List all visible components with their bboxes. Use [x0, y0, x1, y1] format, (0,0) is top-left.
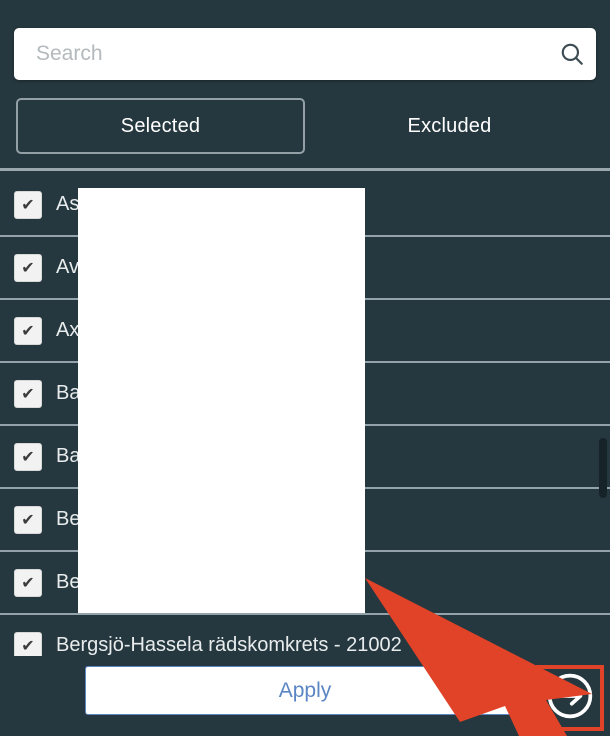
checkbox-icon[interactable]: ✔	[14, 190, 42, 219]
apply-button[interactable]: Apply	[85, 666, 525, 715]
tab-selected[interactable]: Selected	[16, 98, 305, 154]
checkbox-icon[interactable]: ✔	[14, 442, 42, 471]
checkbox-icon[interactable]: ✔	[14, 568, 42, 597]
search-bar[interactable]	[14, 28, 596, 80]
footer-bar: Apply	[0, 656, 610, 736]
checkbox-icon[interactable]: ✔	[14, 379, 42, 408]
checkbox-icon[interactable]: ✔	[14, 631, 42, 656]
tab-excluded[interactable]: Excluded	[305, 98, 594, 154]
top-panel: Selected Excluded	[0, 0, 610, 171]
checkbox-icon[interactable]: ✔	[14, 253, 42, 282]
checkbox-icon[interactable]: ✔	[14, 505, 42, 534]
list-item-label: Bergsjö-Hassela rädskomkrets - 21002	[56, 634, 402, 656]
checkbox-icon[interactable]: ✔	[14, 316, 42, 345]
list-item[interactable]: ✔ Bergsjö-Hassela rädskomkrets - 21002	[0, 615, 610, 656]
filter-panel: Selected Excluded ✔ As … … 23047 ✔ Av … …	[0, 0, 610, 736]
filter-mode-tabs: Selected Excluded	[16, 98, 594, 154]
search-icon[interactable]	[548, 28, 596, 80]
search-input[interactable]	[14, 28, 548, 80]
arrow-right-circle-icon[interactable]	[542, 668, 598, 724]
list-scrollbar-thumb[interactable]	[599, 438, 607, 498]
occlusion-overlay	[78, 188, 365, 613]
